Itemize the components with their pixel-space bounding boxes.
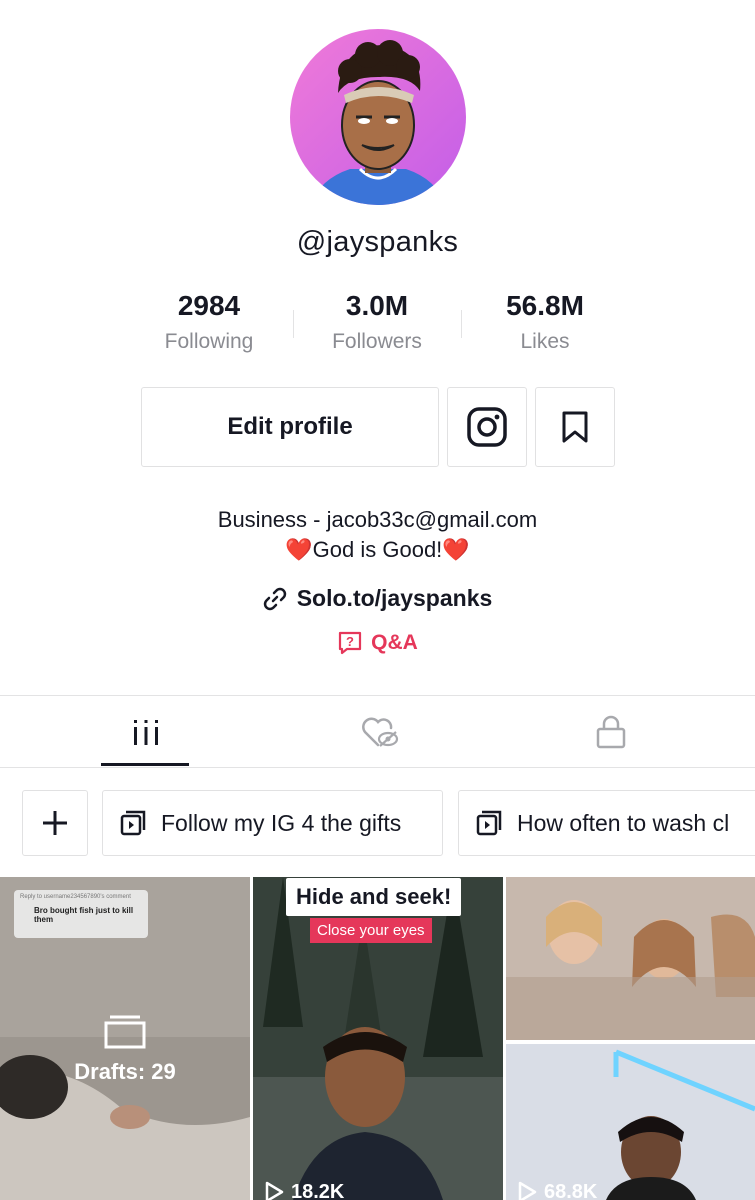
heart-emoji: ❤️ (285, 537, 313, 562)
favorites-button[interactable] (535, 387, 615, 467)
bio-business-email: Business - jacob33c@gmail.com (217, 507, 538, 532)
duet-background-image (506, 877, 755, 1200)
stat-followers[interactable]: 3.0M Followers (292, 290, 462, 354)
stat-likes-value: 56.8M (506, 290, 584, 321)
stat-followers-label: Followers (332, 330, 422, 353)
play-icon (265, 1181, 284, 1200)
bookmark-icon (562, 411, 588, 443)
instagram-icon (467, 407, 507, 447)
bio-link-text: Solo.to/jayspanks (296, 585, 493, 611)
video-thumbnail[interactable]: Hide and seek! Close your eyes 18.2K (253, 877, 503, 1200)
stat-likes[interactable]: 56.8M Likes (460, 290, 630, 354)
video-grid: Reply to username234567890's comment Bro… (0, 877, 755, 1200)
reply-comment-sticker: Reply to username234567890's comment Bro… (14, 890, 148, 938)
qa-label: Q&A (371, 631, 418, 654)
view-count: 18.2K (263, 1180, 344, 1200)
profile-avatar[interactable] (290, 29, 466, 205)
video-overlay-title: Hide and seek! (286, 878, 462, 916)
question-bubble-icon: ? (339, 631, 362, 655)
playlist-icon (476, 810, 502, 836)
grid-icon (133, 720, 158, 745)
svg-text:?: ? (346, 634, 354, 649)
playlist-chip[interactable]: How often to wash cl (458, 790, 755, 856)
lock-icon (596, 715, 625, 749)
view-count-value: 68.8K (544, 1180, 598, 1200)
add-playlist-button[interactable] (22, 790, 88, 856)
profile-tab-bar (0, 695, 755, 768)
video-thumbnail-drafts[interactable]: Reply to username234567890's comment Bro… (0, 877, 250, 1200)
plus-icon (43, 811, 67, 835)
reply-text: Bro bought fish just to kill them (34, 906, 134, 924)
drafts-icon (104, 1015, 146, 1054)
instagram-button[interactable] (447, 387, 527, 467)
video-overlay-subtitle: Close your eyes (310, 918, 432, 943)
active-tab-indicator (101, 763, 189, 766)
view-count-value: 18.2K (291, 1180, 345, 1200)
playlist-icon (120, 810, 146, 836)
bio-tagline-text: God is Good! (312, 537, 443, 562)
profile-username: @jayspanks (296, 226, 459, 258)
playlist-chip[interactable]: Follow my IG 4 the gifts (102, 790, 443, 856)
stat-following-value: 2984 (177, 290, 241, 321)
edit-profile-button[interactable]: Edit profile (141, 387, 439, 467)
play-icon (518, 1181, 537, 1200)
stat-followers-value: 3.0M (345, 290, 409, 321)
tab-private[interactable] (485, 696, 736, 768)
reply-header: Reply to username234567890's comment (20, 894, 131, 900)
stat-following[interactable]: 2984 Following (124, 290, 294, 354)
heart-emoji: ❤️ (442, 537, 470, 562)
playlist-chip-label: How often to wash cl (517, 809, 730, 836)
tab-liked[interactable] (254, 696, 505, 768)
stat-following-label: Following (164, 330, 254, 353)
bio-tagline: ❤️God is Good!❤️ (0, 537, 755, 563)
playlist-chip-label: Follow my IG 4 the gifts (161, 809, 402, 836)
drafts-count: Drafts: 29 (74, 1059, 176, 1084)
link-icon (263, 587, 286, 610)
liked-hidden-icon (361, 717, 398, 747)
qa-button[interactable]: ? Q&A (0, 630, 755, 656)
view-count: 68.8K (516, 1180, 597, 1200)
video-thumbnail[interactable]: 68.8K (506, 877, 755, 1200)
bio-link[interactable]: Solo.to/jayspanks (0, 585, 755, 612)
stat-likes-label: Likes (520, 330, 570, 353)
tab-videos[interactable] (20, 696, 271, 768)
